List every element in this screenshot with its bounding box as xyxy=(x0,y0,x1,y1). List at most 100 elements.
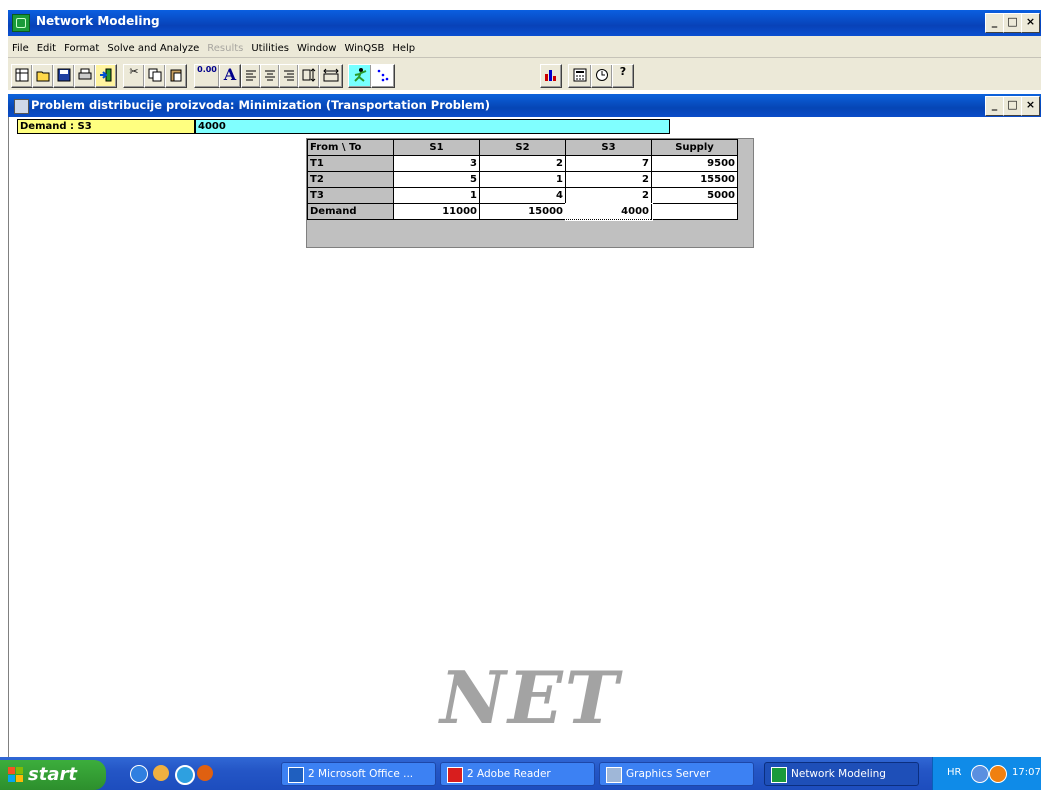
language-indicator[interactable]: HR xyxy=(947,767,961,778)
row-header-demand: Demand xyxy=(307,203,394,220)
font-label: A xyxy=(223,65,237,84)
paste-icon[interactable] xyxy=(165,64,187,88)
task-graphics-server[interactable]: Graphics Server xyxy=(599,762,754,786)
table-row: T1 3 2 7 9500 xyxy=(307,155,738,172)
grid-cell[interactable]: 2 xyxy=(565,171,652,188)
child-window-title: Problem distribucije proizvoda: Minimiza… xyxy=(31,98,490,112)
task-microsoft-office[interactable]: 2 Microsoft Office ... xyxy=(281,762,436,786)
new-icon[interactable] xyxy=(11,64,33,88)
solve-icon[interactable] xyxy=(348,64,372,88)
exit-icon[interactable] xyxy=(95,64,117,88)
row-height-icon[interactable] xyxy=(298,64,320,88)
menu-file[interactable]: File xyxy=(8,38,33,60)
adobe-icon xyxy=(447,767,463,783)
grid-cell[interactable]: 5 xyxy=(393,171,480,188)
close-button[interactable]: × xyxy=(1021,13,1040,33)
help-label: ? xyxy=(619,65,627,78)
grid-cell[interactable]: 5000 xyxy=(651,187,738,204)
grid-cell[interactable]: 1 xyxy=(393,187,480,204)
grid-cell[interactable]: 2 xyxy=(479,155,566,172)
grid-cell[interactable]: 1 xyxy=(479,171,566,188)
task-label: Network Modeling xyxy=(791,768,886,780)
column-width-icon[interactable] xyxy=(319,64,343,88)
open-icon[interactable] xyxy=(32,64,54,88)
number-format-icon[interactable]: 0.00 xyxy=(194,64,220,88)
clock-icon[interactable] xyxy=(591,64,613,88)
minimize-button[interactable]: _ xyxy=(985,13,1004,33)
child-close-button[interactable]: × xyxy=(1021,96,1040,116)
table-row: Demand 11000 15000 4000 xyxy=(307,202,738,221)
system-tray: HR 17:07 xyxy=(932,757,1041,790)
child-maximize-button[interactable]: □ xyxy=(1003,96,1022,116)
maximize-button[interactable]: □ xyxy=(1003,13,1022,33)
grid-cell-selected[interactable]: 4000 xyxy=(564,202,653,221)
toolbar: ✂ 0.00 A ? xyxy=(8,58,1041,90)
clock: 17:07 xyxy=(1012,767,1041,778)
network-modeling-icon xyxy=(771,767,787,783)
start-label: start xyxy=(28,764,77,785)
font-icon[interactable]: A xyxy=(219,64,241,88)
menu-edit[interactable]: Edit xyxy=(33,38,60,60)
document-icon[interactable] xyxy=(14,99,29,114)
menu-bar: File Edit Format Solve and Analyze Results Ut… xyxy=(8,36,1041,58)
tray-app-icon[interactable] xyxy=(989,765,1007,783)
grid-header-s1: S1 xyxy=(393,139,480,156)
number-format-label: 0.00 xyxy=(197,65,217,74)
print-icon[interactable] xyxy=(74,64,96,88)
child-minimize-button[interactable]: _ xyxy=(985,96,1004,116)
table-row: T2 5 1 2 15500 xyxy=(307,171,738,188)
calculator-icon[interactable] xyxy=(568,64,592,88)
menu-winqsb[interactable]: WinQSB xyxy=(340,38,388,60)
align-right-icon[interactable] xyxy=(279,64,299,88)
cell-edit-field[interactable]: 4000 xyxy=(195,119,670,134)
start-button[interactable]: start xyxy=(0,760,106,790)
tray-back-icon[interactable] xyxy=(971,765,989,783)
task-network-modeling[interactable]: Network Modeling xyxy=(764,762,919,786)
app-title: Network Modeling xyxy=(36,14,160,28)
graph-icon[interactable] xyxy=(371,64,395,88)
task-label: 2 Adobe Reader xyxy=(467,768,551,780)
copy-icon[interactable] xyxy=(144,64,166,88)
grid-header-s2: S2 xyxy=(479,139,566,156)
grid-cell[interactable]: 2 xyxy=(565,187,652,204)
table-row: T3 1 4 2 5000 xyxy=(307,187,738,204)
graphics-server-icon xyxy=(606,767,622,783)
windows-flag-icon xyxy=(8,767,23,782)
cut-icon[interactable]: ✂ xyxy=(123,64,145,88)
grid-cell[interactable]: 9500 xyxy=(651,155,738,172)
grid-cell[interactable]: 3 xyxy=(393,155,480,172)
network-modeling-icon[interactable] xyxy=(12,14,30,32)
grid-corner-header: From \ To xyxy=(307,139,394,156)
office-icon xyxy=(288,767,304,783)
quicklaunch-tool-icon[interactable] xyxy=(153,765,169,781)
bar-chart-icon[interactable] xyxy=(540,64,562,88)
internet-explorer-icon[interactable] xyxy=(130,765,148,783)
menu-window[interactable]: Window xyxy=(293,38,340,60)
menu-solve-and-analyze[interactable]: Solve and Analyze xyxy=(103,38,203,60)
task-label: 2 Microsoft Office ... xyxy=(308,768,414,780)
grid-header-s3: S3 xyxy=(565,139,652,156)
align-center-icon[interactable] xyxy=(260,64,280,88)
grid-cell[interactable] xyxy=(651,203,738,220)
menu-results: Results xyxy=(207,43,244,54)
firefox-icon[interactable] xyxy=(197,765,213,781)
transportation-grid-panel: From \ To S1 S2 S3 Supply T1 3 2 7 9500 … xyxy=(306,138,754,248)
task-label: Graphics Server xyxy=(626,768,711,780)
menu-utilities[interactable]: Utilities xyxy=(247,38,293,60)
child-window-title-bar[interactable]: Problem distribucije proizvoda: Minimiza… xyxy=(8,94,1041,117)
media-player-icon[interactable] xyxy=(175,765,195,785)
grid-cell[interactable]: 15000 xyxy=(479,203,566,220)
task-adobe-reader[interactable]: 2 Adobe Reader xyxy=(440,762,595,786)
grid-cell[interactable]: 15500 xyxy=(651,171,738,188)
save-icon[interactable] xyxy=(53,64,75,88)
menu-format[interactable]: Format xyxy=(60,38,103,60)
align-left-icon[interactable] xyxy=(241,64,261,88)
grid-header-supply: Supply xyxy=(651,139,738,156)
app-title-bar[interactable]: Network Modeling _ □ × xyxy=(8,10,1041,36)
help-icon[interactable]: ? xyxy=(612,64,634,88)
menu-help[interactable]: Help xyxy=(388,38,419,60)
grid-cell[interactable]: 7 xyxy=(565,155,652,172)
grid-cell[interactable]: 4 xyxy=(479,187,566,204)
grid-cell[interactable]: 11000 xyxy=(393,203,480,220)
row-header-t1: T1 xyxy=(307,155,394,172)
